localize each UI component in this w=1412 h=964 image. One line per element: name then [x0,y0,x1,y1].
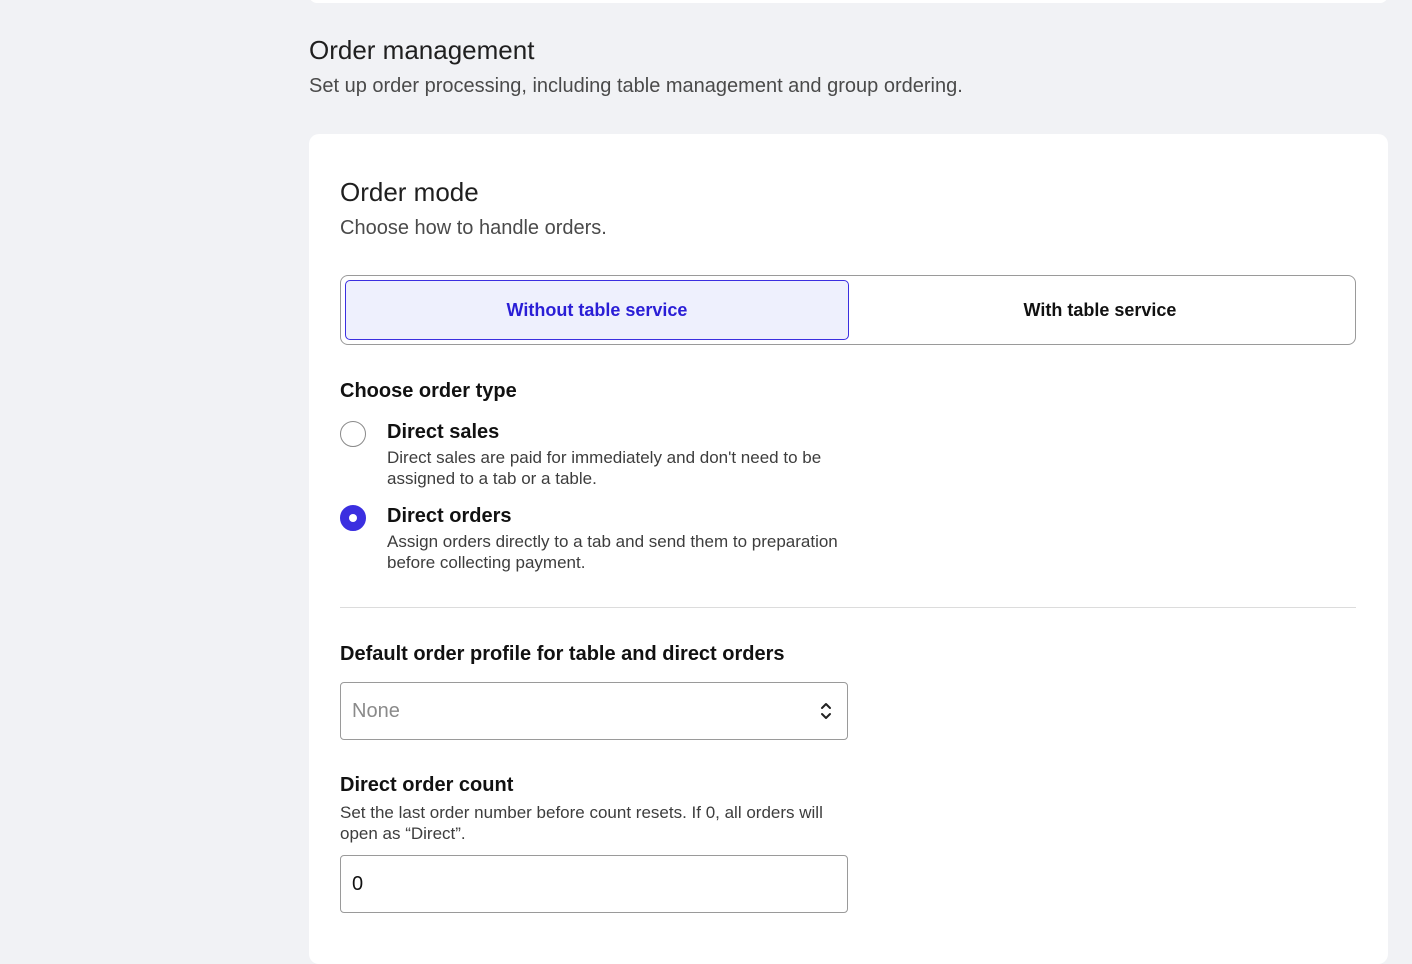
segment-with-table-service[interactable]: With table service [849,280,1351,340]
direct-orders-description: Assign orders directly to a tab and send… [387,532,838,572]
default-profile-value: None [352,699,400,722]
segment-without-table-service[interactable]: Without table service [345,280,849,340]
direct-order-count-description: Set the last order number before count r… [340,803,823,843]
option-direct-sales[interactable]: Direct sales Direct sales are paid for i… [340,419,857,489]
order-type-label: Choose order type [340,380,517,402]
option-direct-orders[interactable]: Direct orders Assign orders directly to … [340,503,857,573]
order-mode-subtitle: Choose how to handle orders. [340,217,607,239]
direct-sales-title: Direct sales [387,421,500,443]
direct-sales-description: Direct sales are paid for immediately an… [387,448,822,488]
order-mode-card: Order mode Choose how to handle orders. … [309,134,1388,964]
order-mode-toggle: Without table service With table service [340,275,1356,345]
direct-order-count-input[interactable]: 0 [340,855,848,913]
previous-card [309,0,1388,3]
default-profile-label: Default order profile for table and dire… [340,643,785,665]
direct-order-count-label: Direct order count [340,774,514,796]
section-subtitle: Set up order processing, including table… [309,75,963,97]
section-header: Order management Set up order processing… [309,34,963,99]
radio-direct-orders[interactable] [340,505,366,531]
divider [340,607,1356,608]
order-mode-title: Order mode [340,177,479,207]
radio-direct-sales[interactable] [340,421,366,447]
default-profile-select[interactable]: None [340,682,848,740]
chevron-updown-icon [821,703,831,719]
direct-orders-title: Direct orders [387,505,512,527]
section-title: Order management [309,35,535,65]
